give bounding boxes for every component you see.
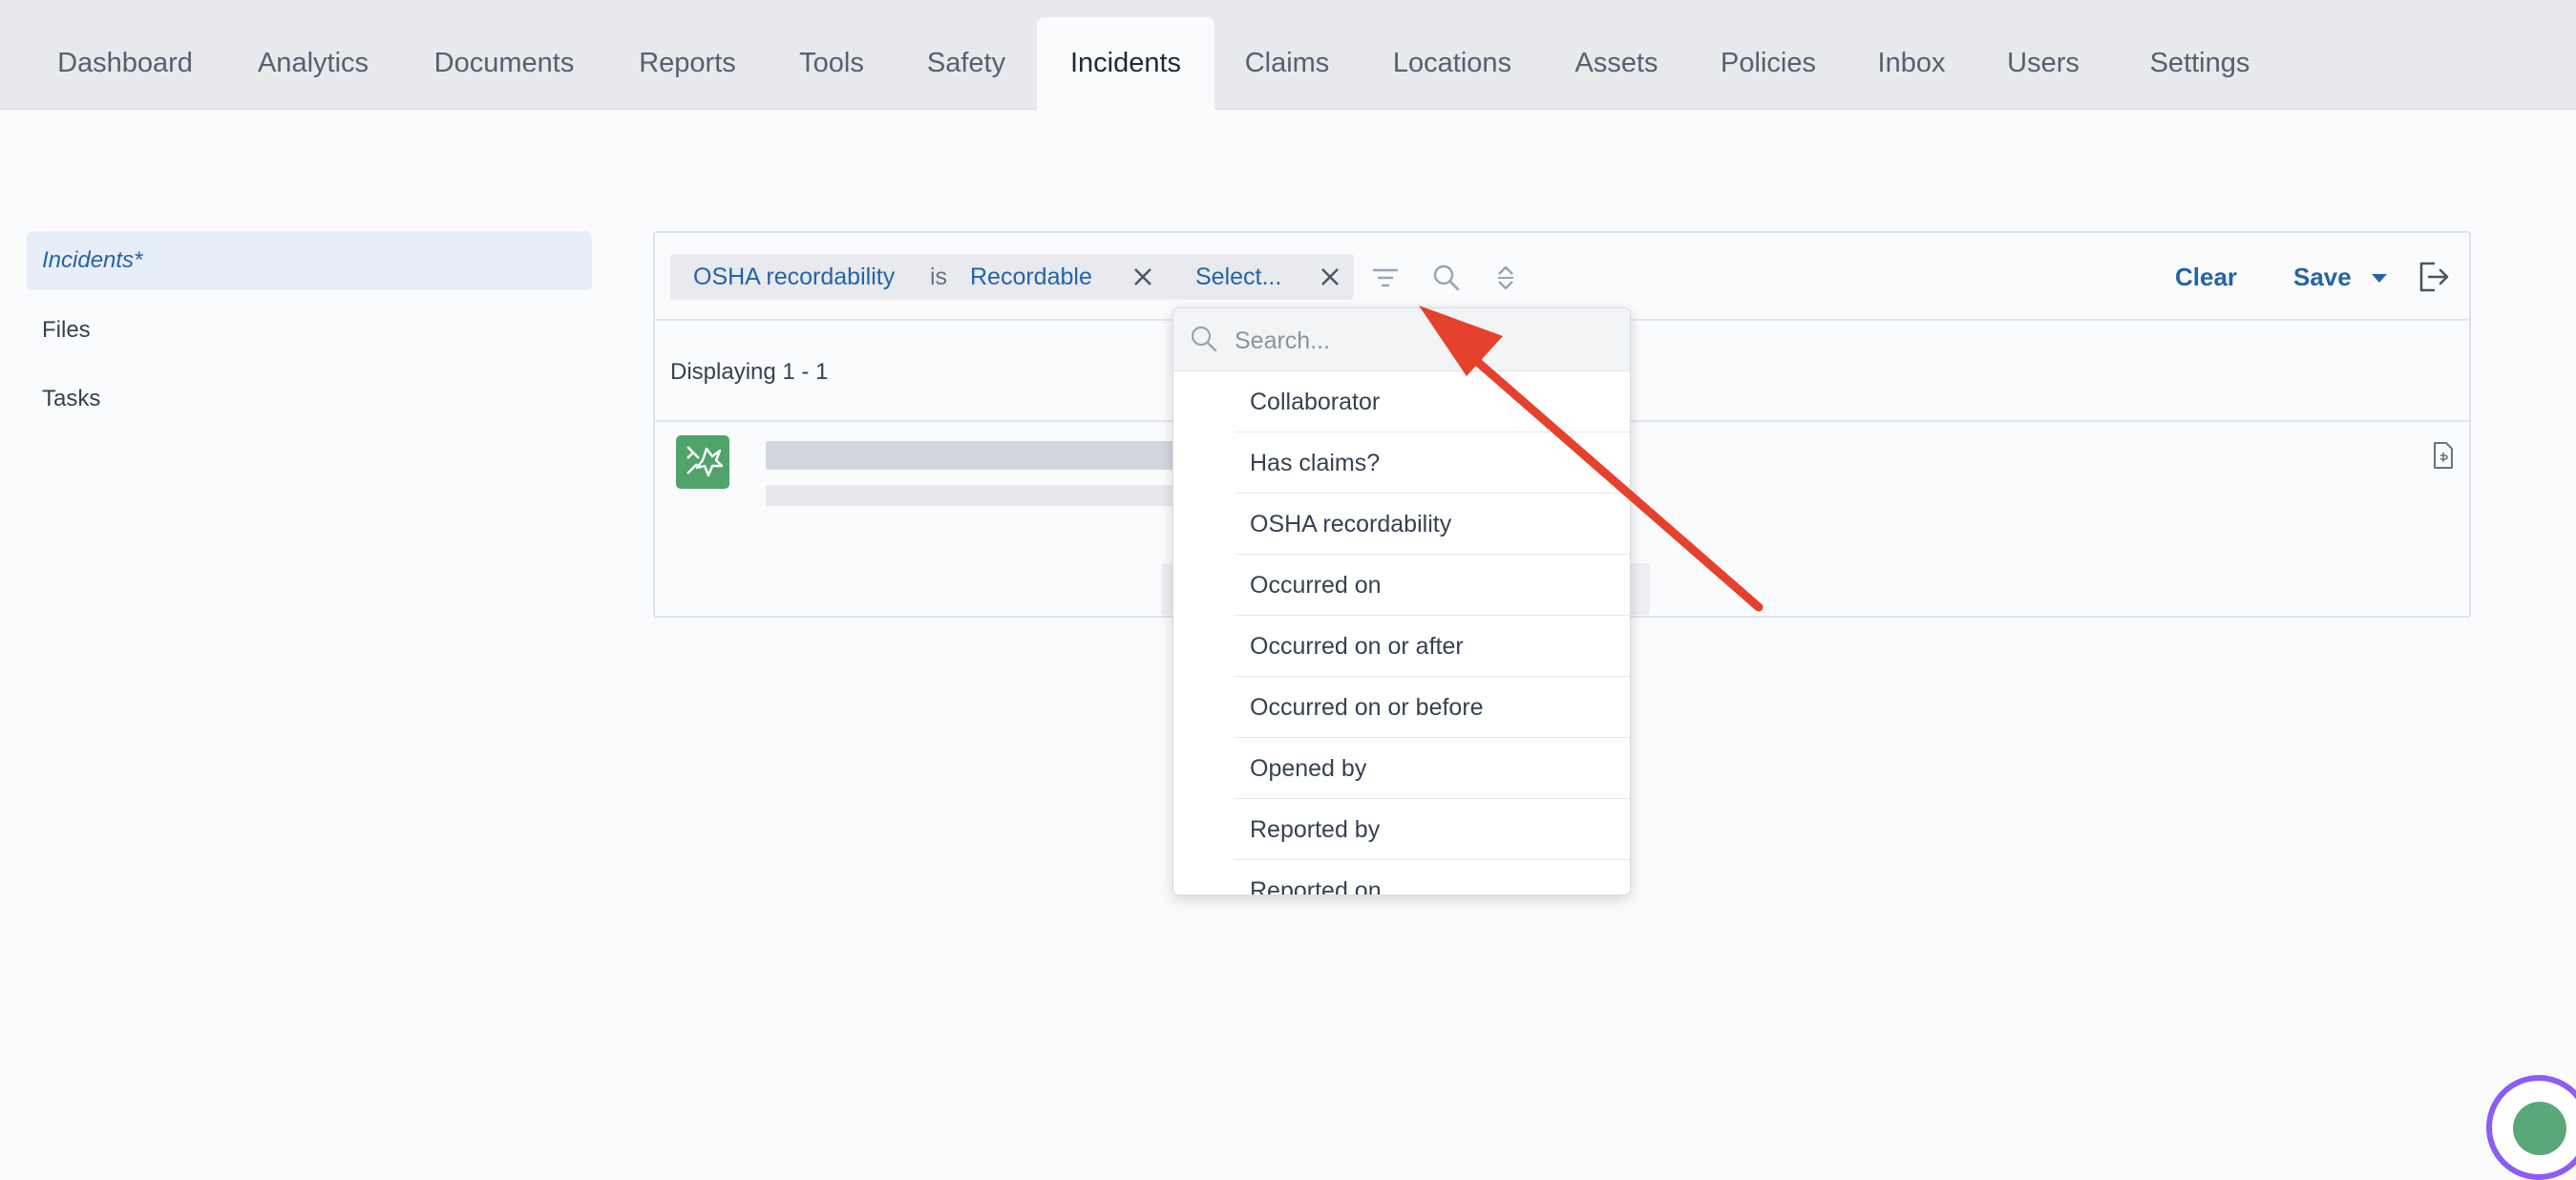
caret-down-icon	[2371, 274, 2387, 284]
close-icon[interactable]	[1130, 264, 1155, 289]
dropdown-option-has-claims[interactable]: Has claims?	[1235, 432, 1630, 494]
filter-field[interactable]: OSHA recordability	[693, 254, 895, 300]
tab-settings[interactable]: Settings	[2131, 17, 2269, 109]
tab-safety[interactable]: Safety	[907, 17, 1025, 109]
results-count: Displaying 1 - 1	[670, 359, 829, 385]
filter-field-dropdown: Collaborator Has claims? OSHA recordabil…	[1172, 307, 1631, 896]
select-filter-chip[interactable]: Select...	[1174, 254, 1354, 300]
dropdown-option-occurred-on-or-after[interactable]: Occurred on or after	[1235, 616, 1630, 677]
dropdown-option-occurred-on[interactable]: Occurred on	[1235, 555, 1630, 616]
help-icon	[2513, 1102, 2566, 1155]
document-icon[interactable]	[2431, 441, 2456, 470]
spark-icon	[686, 446, 724, 477]
sort-icon[interactable]	[1489, 262, 1522, 294]
save-button-label: Save	[2293, 263, 2352, 291]
dropdown-option-occurred-on-or-before[interactable]: Occurred on or before	[1235, 677, 1630, 738]
top-nav: Dashboard Analytics Documents Reports To…	[0, 0, 2576, 110]
tab-dashboard[interactable]: Dashboard	[34, 17, 216, 109]
tab-reports[interactable]: Reports	[617, 17, 758, 109]
tab-locations[interactable]: Locations	[1379, 17, 1526, 109]
tab-tools[interactable]: Tools	[779, 17, 884, 109]
sidebar-item-tasks[interactable]: Tasks	[27, 369, 592, 429]
tab-documents[interactable]: Documents	[412, 17, 596, 109]
sidebar-item-files[interactable]: Files	[27, 301, 592, 360]
loading-skeleton-title	[766, 441, 1186, 470]
clear-button[interactable]: Clear	[2175, 254, 2237, 300]
tab-assets[interactable]: Assets	[1566, 17, 1667, 109]
search-icon	[1191, 326, 1217, 352]
filter-chip[interactable]: OSHA recordability is Recordable	[670, 254, 1176, 300]
dropdown-search-input[interactable]	[1233, 320, 1609, 362]
filter-icon[interactable]	[1369, 262, 1402, 294]
tab-analytics[interactable]: Analytics	[233, 17, 393, 109]
dropdown-option-osha-recordability[interactable]: OSHA recordability	[1235, 494, 1630, 555]
sidebar-item-incidents[interactable]: Incidents*	[27, 231, 592, 290]
tab-claims[interactable]: Claims	[1235, 17, 1339, 109]
dropdown-option-reported-by[interactable]: Reported by	[1235, 799, 1630, 860]
loading-skeleton-subtitle	[766, 485, 1186, 506]
dropdown-search	[1173, 308, 1630, 371]
close-icon[interactable]	[1318, 264, 1342, 289]
tab-users[interactable]: Users	[1995, 17, 2091, 109]
tab-incidents[interactable]: Incidents	[1037, 17, 1214, 110]
export-icon[interactable]	[2414, 258, 2452, 296]
dropdown-option-opened-by[interactable]: Opened by	[1235, 738, 1630, 799]
help-button[interactable]	[2486, 1075, 2576, 1180]
tab-policies[interactable]: Policies	[1707, 17, 1829, 109]
dropdown-option-reported-on[interactable]: Reported on	[1235, 860, 1630, 895]
filter-value[interactable]: Recordable	[970, 254, 1092, 300]
search-icon[interactable]	[1430, 262, 1463, 294]
incident-icon	[676, 435, 729, 489]
filter-operator[interactable]: is	[930, 254, 947, 300]
tab-inbox[interactable]: Inbox	[1868, 17, 1955, 109]
save-button[interactable]: Save	[2293, 254, 2389, 300]
dropdown-option-collaborator[interactable]: Collaborator	[1235, 371, 1630, 432]
select-filter-placeholder[interactable]: Select...	[1195, 254, 1281, 300]
